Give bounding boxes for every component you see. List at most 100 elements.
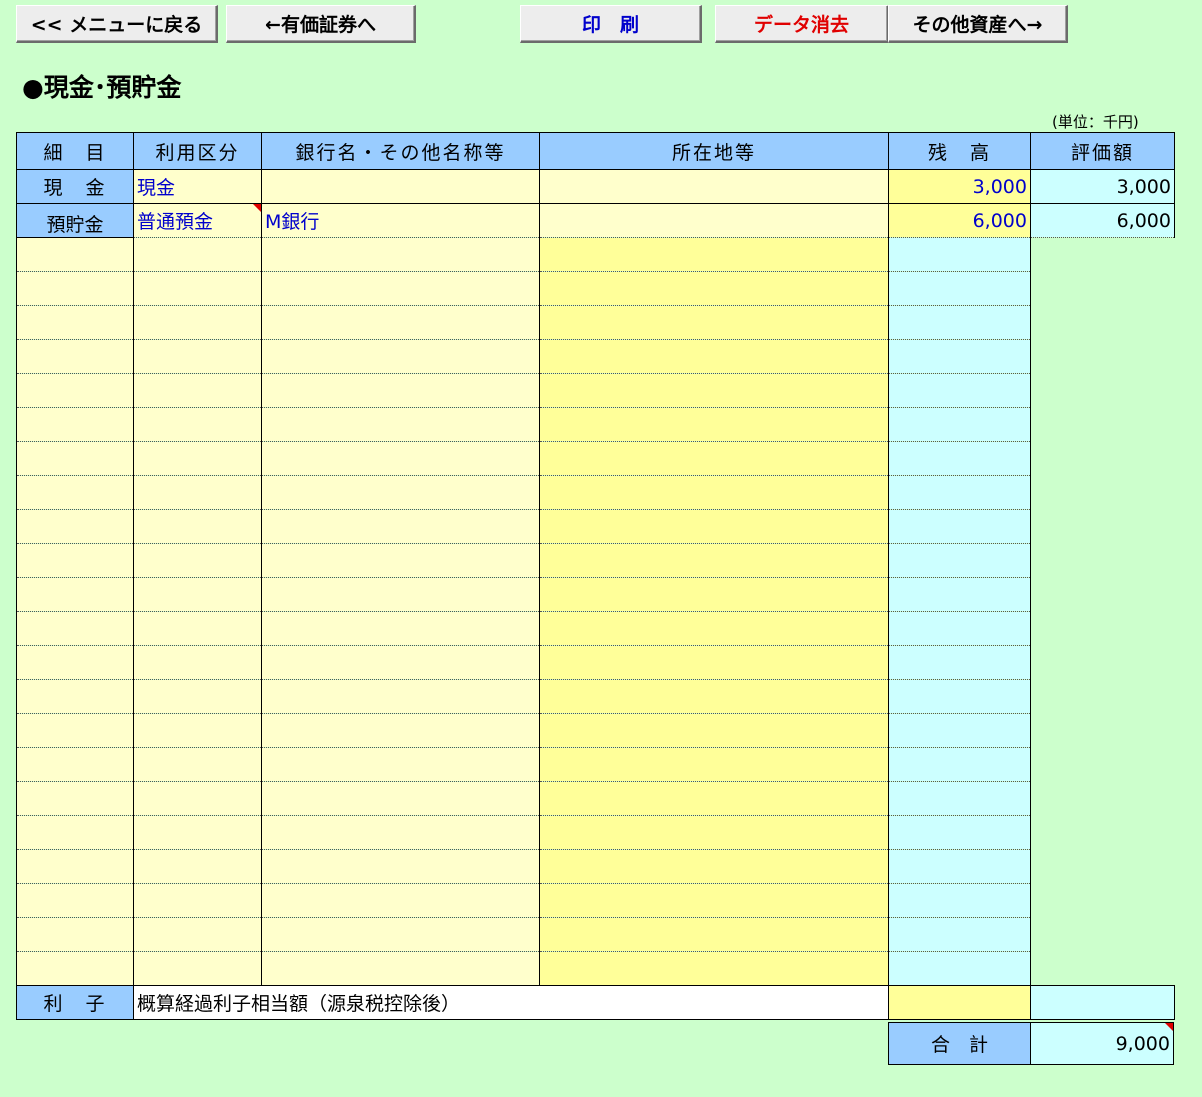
empty-location-cell[interactable] bbox=[261, 713, 540, 748]
empty-location-cell[interactable] bbox=[261, 951, 540, 986]
empty-location-cell[interactable] bbox=[261, 849, 540, 884]
empty-location-cell[interactable] bbox=[261, 237, 540, 272]
empty-bank-cell[interactable] bbox=[133, 815, 262, 850]
empty-bank-cell[interactable] bbox=[133, 271, 262, 306]
empty-balance-cell[interactable] bbox=[539, 543, 889, 578]
cash-usage-cell[interactable]: 現金 bbox=[133, 169, 262, 204]
empty-location-cell[interactable] bbox=[261, 339, 540, 374]
empty-bank-cell[interactable] bbox=[133, 951, 262, 986]
deposit-balance-cell[interactable]: 6,000 bbox=[888, 203, 1031, 238]
empty-location-cell[interactable] bbox=[261, 271, 540, 306]
print-button[interactable]: 印 刷 bbox=[520, 5, 702, 43]
empty-usage-cell[interactable] bbox=[16, 271, 134, 306]
cash-bank-cell[interactable] bbox=[261, 169, 540, 204]
empty-bank-cell[interactable] bbox=[133, 509, 262, 544]
empty-usage-cell[interactable] bbox=[16, 305, 134, 340]
empty-usage-cell[interactable] bbox=[16, 611, 134, 646]
empty-location-cell[interactable] bbox=[261, 441, 540, 476]
empty-balance-cell[interactable] bbox=[539, 305, 889, 340]
empty-balance-cell[interactable] bbox=[539, 781, 889, 816]
empty-usage-cell[interactable] bbox=[16, 543, 134, 578]
empty-bank-cell[interactable] bbox=[133, 339, 262, 374]
empty-bank-cell[interactable] bbox=[133, 475, 262, 510]
empty-balance-cell[interactable] bbox=[539, 577, 889, 612]
empty-bank-cell[interactable] bbox=[133, 917, 262, 952]
empty-location-cell[interactable] bbox=[261, 577, 540, 612]
interest-balance-cell[interactable] bbox=[888, 985, 1031, 1020]
cash-location-cell[interactable] bbox=[539, 169, 889, 204]
empty-balance-cell[interactable] bbox=[539, 509, 889, 544]
empty-balance-cell[interactable] bbox=[539, 815, 889, 850]
empty-balance-cell[interactable] bbox=[539, 407, 889, 442]
empty-usage-cell[interactable] bbox=[16, 713, 134, 748]
empty-usage-cell[interactable] bbox=[16, 475, 134, 510]
empty-bank-cell[interactable] bbox=[133, 747, 262, 782]
empty-bank-cell[interactable] bbox=[133, 305, 262, 340]
empty-location-cell[interactable] bbox=[261, 509, 540, 544]
deposit-bank-cell[interactable]: M銀行 bbox=[261, 203, 540, 238]
empty-balance-cell[interactable] bbox=[539, 373, 889, 408]
empty-bank-cell[interactable] bbox=[133, 679, 262, 714]
deposit-usage-cell[interactable]: 普通預金 bbox=[133, 203, 262, 238]
empty-location-cell[interactable] bbox=[261, 475, 540, 510]
empty-usage-cell[interactable] bbox=[16, 509, 134, 544]
empty-balance-cell[interactable] bbox=[539, 441, 889, 476]
empty-balance-cell[interactable] bbox=[539, 713, 889, 748]
empty-bank-cell[interactable] bbox=[133, 407, 262, 442]
clear-data-button[interactable]: データ消去 bbox=[715, 5, 889, 43]
next-other-assets-button[interactable]: その他資産へ→ bbox=[888, 5, 1068, 43]
empty-location-cell[interactable] bbox=[261, 407, 540, 442]
empty-location-cell[interactable] bbox=[261, 645, 540, 680]
empty-location-cell[interactable] bbox=[261, 611, 540, 646]
empty-location-cell[interactable] bbox=[261, 883, 540, 918]
empty-bank-cell[interactable] bbox=[133, 441, 262, 476]
empty-bank-cell[interactable] bbox=[133, 237, 262, 272]
empty-usage-cell[interactable] bbox=[16, 781, 134, 816]
empty-bank-cell[interactable] bbox=[133, 781, 262, 816]
empty-balance-cell[interactable] bbox=[539, 645, 889, 680]
prev-securities-button[interactable]: ←有価証券へ bbox=[226, 5, 416, 43]
empty-balance-cell[interactable] bbox=[539, 339, 889, 374]
empty-bank-cell[interactable] bbox=[133, 373, 262, 408]
empty-usage-cell[interactable] bbox=[16, 815, 134, 850]
empty-location-cell[interactable] bbox=[261, 917, 540, 952]
empty-bank-cell[interactable] bbox=[133, 543, 262, 578]
empty-bank-cell[interactable] bbox=[133, 713, 262, 748]
empty-location-cell[interactable] bbox=[261, 543, 540, 578]
empty-usage-cell[interactable] bbox=[16, 917, 134, 952]
empty-balance-cell[interactable] bbox=[539, 951, 889, 986]
empty-location-cell[interactable] bbox=[261, 305, 540, 340]
empty-location-cell[interactable] bbox=[261, 373, 540, 408]
empty-usage-cell[interactable] bbox=[16, 339, 134, 374]
empty-balance-cell[interactable] bbox=[539, 917, 889, 952]
empty-usage-cell[interactable] bbox=[16, 883, 134, 918]
empty-balance-cell[interactable] bbox=[539, 611, 889, 646]
empty-bank-cell[interactable] bbox=[133, 849, 262, 884]
empty-usage-cell[interactable] bbox=[16, 679, 134, 714]
empty-location-cell[interactable] bbox=[261, 815, 540, 850]
empty-location-cell[interactable] bbox=[261, 679, 540, 714]
empty-usage-cell[interactable] bbox=[16, 407, 134, 442]
empty-balance-cell[interactable] bbox=[539, 237, 889, 272]
empty-usage-cell[interactable] bbox=[16, 849, 134, 884]
empty-usage-cell[interactable] bbox=[16, 373, 134, 408]
empty-bank-cell[interactable] bbox=[133, 645, 262, 680]
empty-bank-cell[interactable] bbox=[133, 883, 262, 918]
cash-balance-cell[interactable]: 3,000 bbox=[888, 169, 1031, 204]
empty-bank-cell[interactable] bbox=[133, 611, 262, 646]
empty-usage-cell[interactable] bbox=[16, 645, 134, 680]
menu-back-button[interactable]: << メニューに戻る bbox=[16, 5, 218, 43]
deposit-location-cell[interactable] bbox=[539, 203, 889, 238]
empty-balance-cell[interactable] bbox=[539, 475, 889, 510]
empty-balance-cell[interactable] bbox=[539, 271, 889, 306]
empty-usage-cell[interactable] bbox=[16, 951, 134, 986]
empty-location-cell[interactable] bbox=[261, 781, 540, 816]
empty-usage-cell[interactable] bbox=[16, 441, 134, 476]
empty-location-cell[interactable] bbox=[261, 747, 540, 782]
empty-balance-cell[interactable] bbox=[539, 747, 889, 782]
empty-usage-cell[interactable] bbox=[16, 577, 134, 612]
empty-balance-cell[interactable] bbox=[539, 679, 889, 714]
empty-usage-cell[interactable] bbox=[16, 237, 134, 272]
empty-usage-cell[interactable] bbox=[16, 747, 134, 782]
empty-bank-cell[interactable] bbox=[133, 577, 262, 612]
